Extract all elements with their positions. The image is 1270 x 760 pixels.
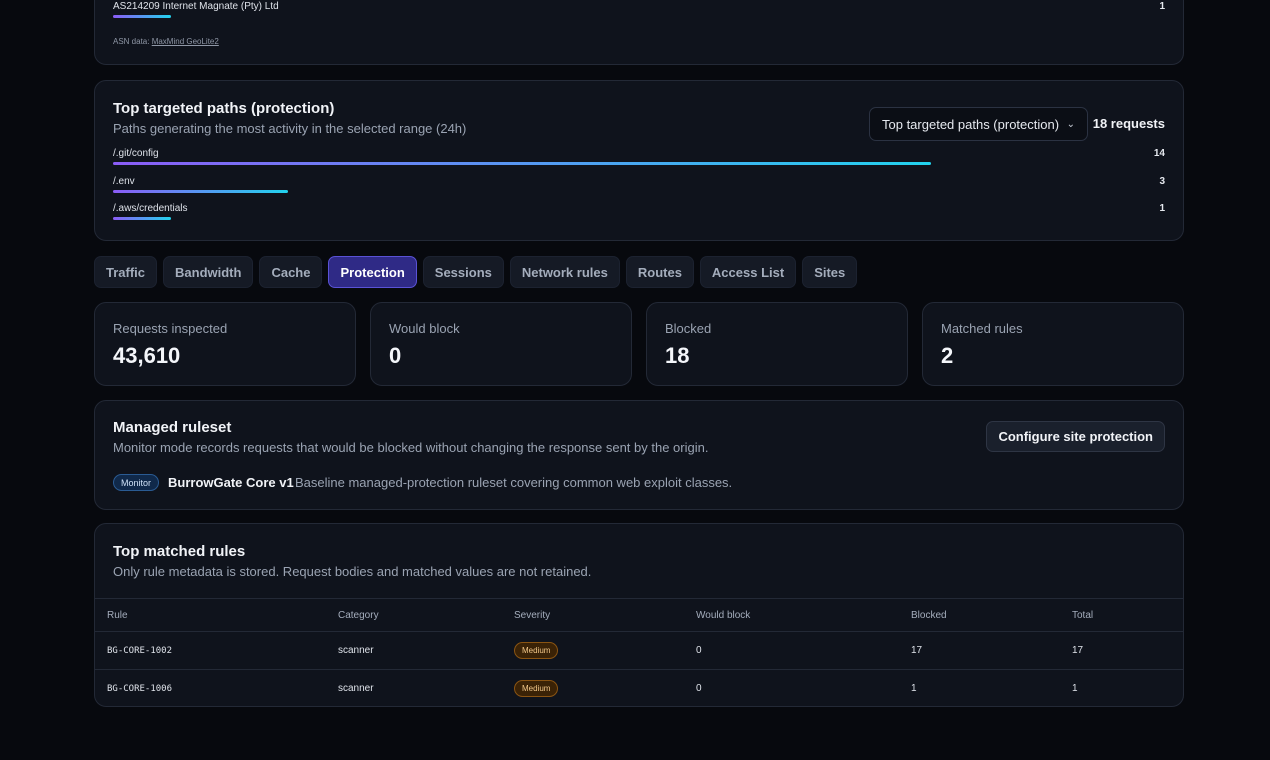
column-header: Rule — [107, 609, 128, 621]
path-label: /.env — [113, 176, 135, 187]
rule-category: scanner — [338, 645, 374, 656]
asn-name: AS214209 Internet Magnate (Pty) Ltd — [113, 1, 279, 12]
path-row: /.env 3 — [113, 176, 1165, 200]
maxmind-link[interactable]: MaxMind GeoLite2 — [152, 37, 219, 46]
tab-traffic[interactable]: Traffic — [94, 256, 158, 288]
configure-site-protection-button[interactable]: Configure site protection — [986, 421, 1165, 452]
path-bar — [113, 190, 289, 193]
top-paths-card: Top targeted paths (protection) Paths ge… — [94, 80, 1184, 241]
table-header-row: Rule Category Severity Would block Block… — [95, 598, 1183, 631]
asn-note-prefix: ASN data: — [113, 37, 152, 46]
tab-sites[interactable]: Sites — [802, 256, 858, 288]
path-count: 14 — [1153, 148, 1165, 159]
path-row: /.git/config 14 — [113, 148, 1165, 172]
stat-value: 43,610 — [113, 343, 181, 368]
path-count: 3 — [1159, 176, 1165, 187]
stat-value: 0 — [389, 343, 402, 368]
severity-badge: Medium — [514, 680, 559, 697]
asn-card: AS214209 Internet Magnate (Pty) Ltd 1 AS… — [94, 0, 1184, 65]
top-paths-title: Top targeted paths (protection) — [113, 100, 335, 117]
path-bar — [113, 162, 931, 165]
rule-category: scanner — [338, 683, 374, 694]
column-header: Blocked — [911, 609, 947, 621]
stat-label: Requests inspected — [113, 321, 228, 336]
path-label: /.git/config — [113, 148, 159, 159]
rule-id: BG-CORE-1002 — [107, 645, 173, 656]
tab-network-rules[interactable]: Network rules — [509, 256, 620, 288]
rules-title: Top matched rules — [113, 543, 246, 560]
stat-value: 2 — [941, 343, 954, 368]
stat-matched-rules: Matched rules 2 — [922, 302, 1184, 386]
stat-label: Matched rules — [941, 321, 1023, 336]
stat-label: Would block — [389, 321, 460, 336]
chevron-down-icon: ⌄ — [1066, 118, 1075, 130]
column-header: Would block — [696, 609, 751, 621]
column-header: Total — [1072, 609, 1094, 621]
severity-badge: Medium — [514, 642, 559, 659]
mode-badge: Monitor — [113, 474, 160, 491]
rule-id: BG-CORE-1006 — [107, 683, 173, 694]
total-value: 1 — [1072, 683, 1078, 694]
section-tabs: Traffic Bandwidth Cache Protection Sessi… — [94, 256, 858, 288]
rules-table: Rule Category Severity Would block Block… — [95, 598, 1183, 706]
blocked-value: 17 — [911, 645, 923, 656]
top-matched-rules-card: Top matched rules Only rule metadata is … — [94, 523, 1184, 707]
table-row: BG-CORE-1006 scanner Medium 0 1 1 — [95, 669, 1183, 706]
path-row: /.aws/credentials 1 — [113, 203, 1165, 227]
tab-bandwidth[interactable]: Bandwidth — [163, 256, 254, 288]
asn-note: ASN data: MaxMind GeoLite2 — [113, 37, 219, 46]
tab-access-list[interactable]: Access List — [699, 256, 797, 288]
table-row: BG-CORE-1002 scanner Medium 0 17 17 — [95, 631, 1183, 669]
path-label: /.aws/credentials — [113, 203, 188, 214]
rules-subtitle: Only rule metadata is stored. Request bo… — [113, 564, 592, 579]
report-select[interactable]: Top targeted paths (protection) ⌄ — [869, 107, 1088, 141]
would-block-value: 0 — [696, 645, 702, 656]
tab-protection[interactable]: Protection — [328, 256, 417, 288]
stat-value: 18 — [665, 343, 690, 368]
path-bar — [113, 217, 172, 220]
tab-sessions[interactable]: Sessions — [422, 256, 504, 288]
stat-label: Blocked — [665, 321, 712, 336]
ruleset-name: BurrowGate Core v1 — [168, 475, 294, 490]
ruleset-title: Managed ruleset — [113, 419, 232, 436]
report-select-value: Top targeted paths (protection) — [882, 116, 1060, 132]
total-value: 17 — [1072, 645, 1084, 656]
severity-cell: Medium — [514, 670, 559, 706]
top-paths-subtitle: Paths generating the most activity in th… — [113, 121, 467, 136]
would-block-value: 0 — [696, 683, 702, 694]
severity-cell: Medium — [514, 632, 559, 669]
ruleset-subtitle: Monitor mode records requests that would… — [113, 440, 709, 455]
column-header: Category — [338, 609, 379, 621]
asn-bar — [113, 15, 171, 18]
stat-blocked: Blocked 18 — [646, 302, 908, 386]
stat-would-block: Would block 0 — [370, 302, 632, 386]
tab-routes[interactable]: Routes — [625, 256, 694, 288]
managed-ruleset-card: Managed ruleset Monitor mode records req… — [94, 400, 1184, 510]
requests-total: 18 requests — [1092, 116, 1165, 131]
stat-requests-inspected: Requests inspected 43,610 — [94, 302, 356, 386]
path-count: 1 — [1159, 203, 1165, 214]
blocked-value: 1 — [911, 683, 917, 694]
ruleset-description: Baseline managed-protection ruleset cove… — [295, 475, 733, 490]
asn-count: 1 — [1159, 1, 1165, 12]
column-header: Severity — [514, 609, 551, 621]
tab-cache[interactable]: Cache — [259, 256, 323, 288]
